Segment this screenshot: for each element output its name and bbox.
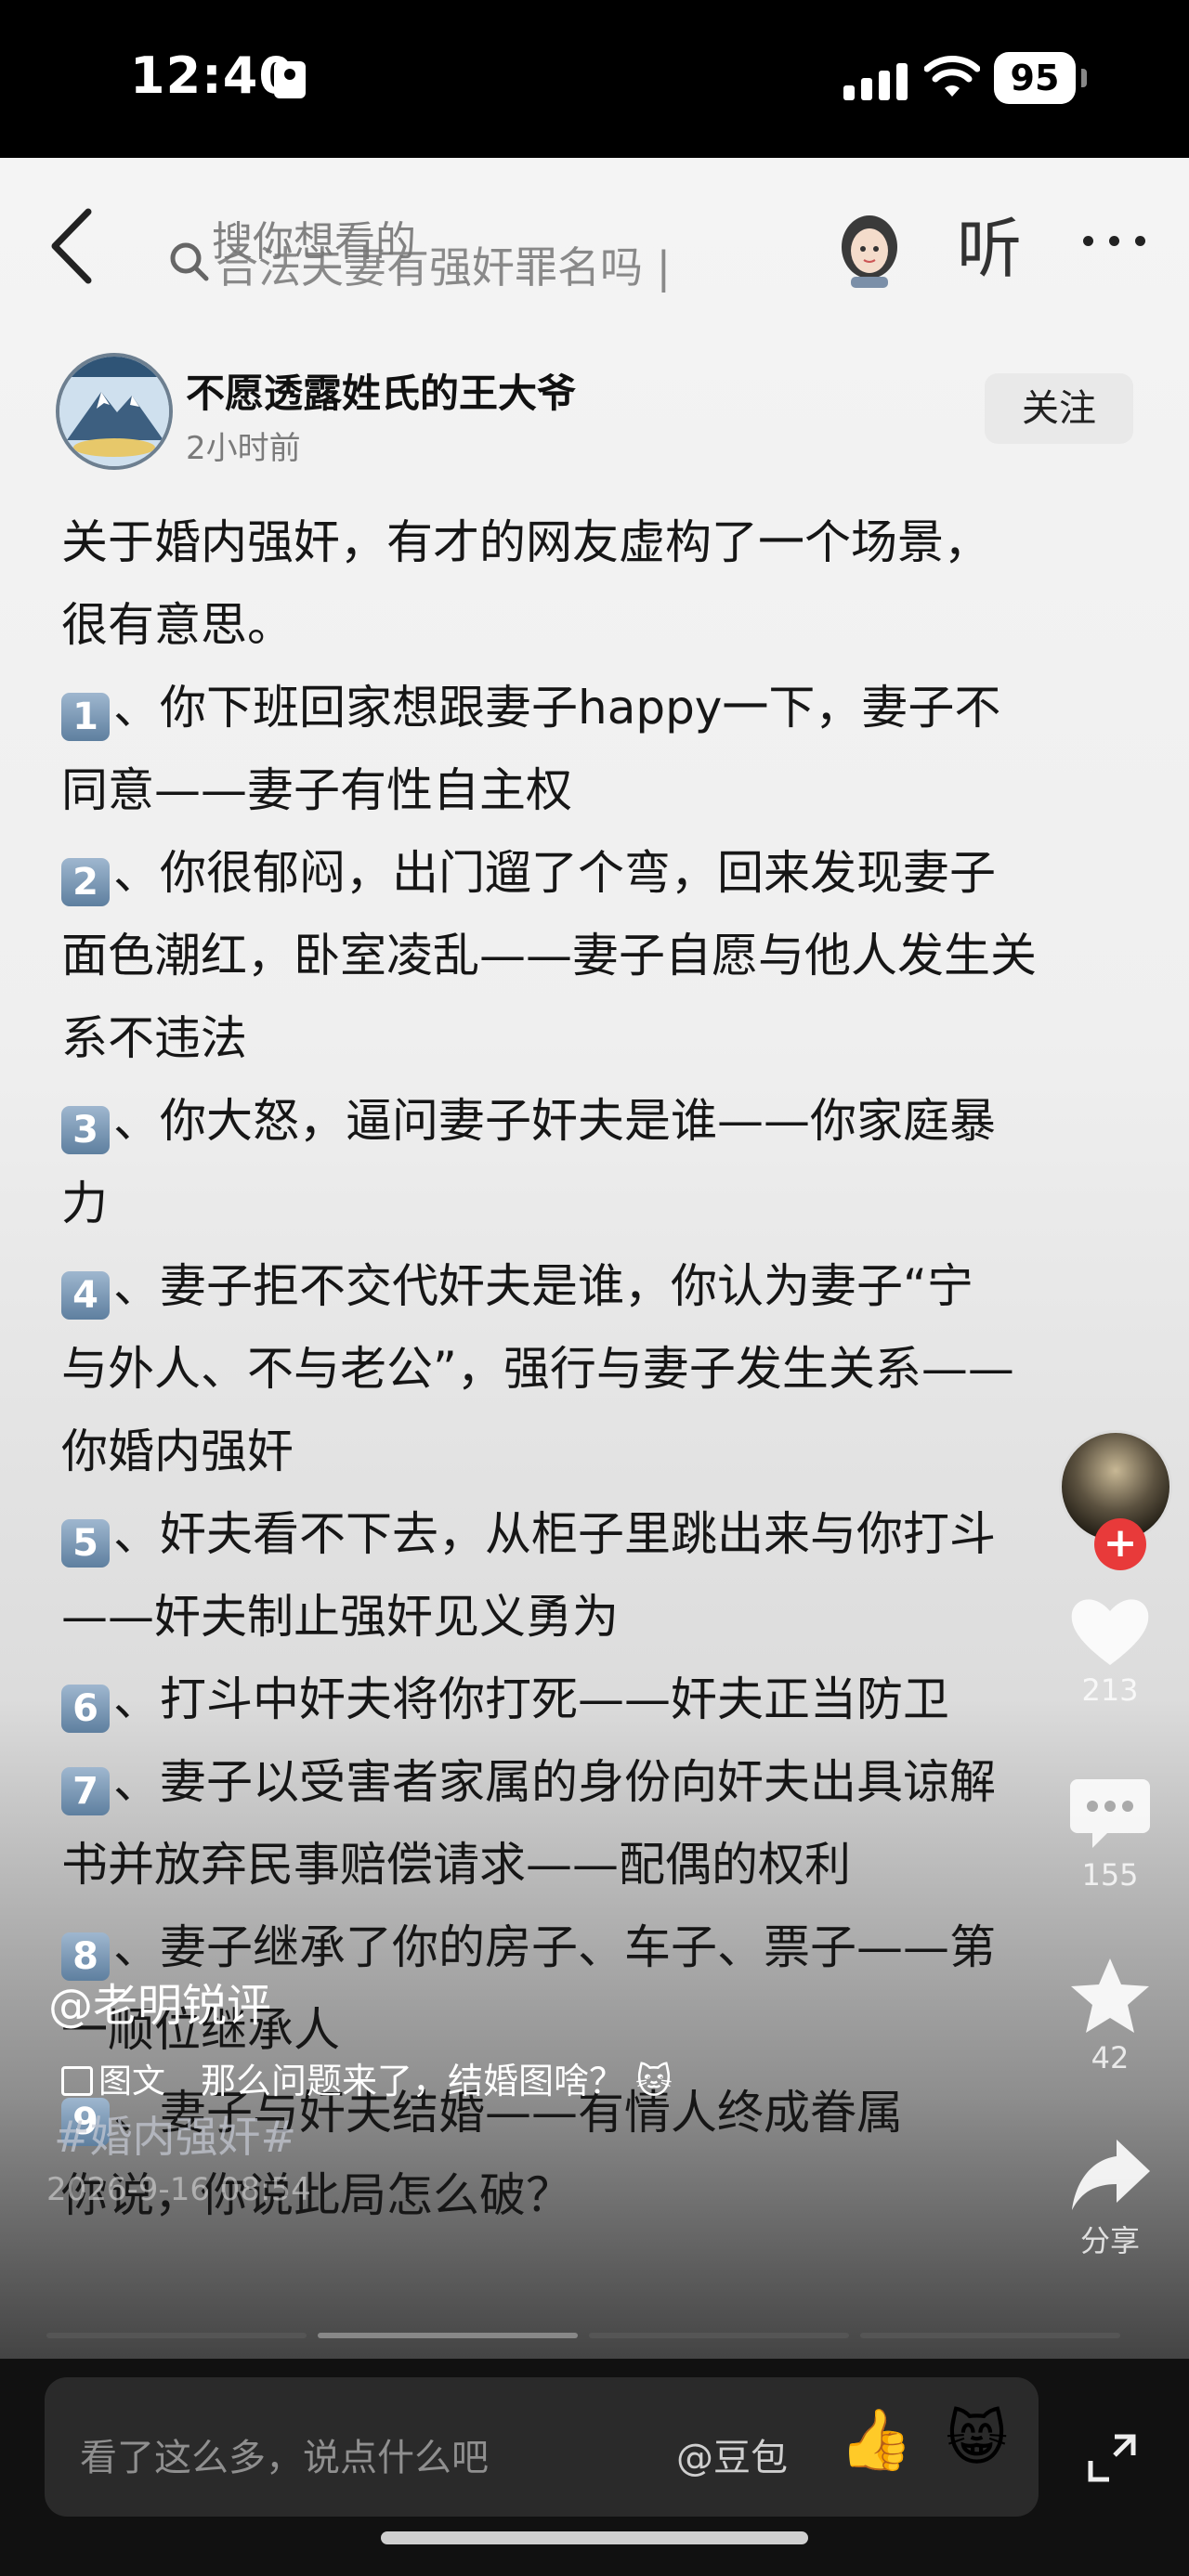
author-avatar[interactable] [56, 353, 173, 470]
favorite-count: 42 [1091, 2040, 1130, 2075]
hashtag[interactable]: #婚内强奸# [54, 2103, 296, 2165]
post-line-text: 、妻子拒不交代奸夫是谁，你认为妻子“宁 [113, 1259, 973, 1313]
image-progress-bar [46, 2333, 1124, 2340]
star-icon [1071, 1958, 1149, 2033]
post-line: 力 [61, 1163, 1139, 1245]
post-line: 关于婚内强奸，有才的网友虚构了一个场景， [61, 501, 1139, 584]
post-line-text: 、奸夫看不下去，从柜子里跳出来与你打斗 [113, 1507, 996, 1561]
more-dots-icon[interactable] [1078, 214, 1152, 269]
number-badge-icon: 2 [61, 858, 110, 906]
post-line: 书并放弃民事赔偿请求——配偶的权利 [61, 1824, 1139, 1906]
lock-icon [274, 61, 306, 98]
post-line-text: 、妻子以受害者家属的身份向奸夫出具谅解 [113, 1755, 996, 1809]
listen-button[interactable]: 听 [957, 197, 1022, 291]
search-query: 合法夫妻有强奸罪名吗 | [216, 242, 672, 293]
post-line-text: 、打斗中奸夫将你打死——奸夫正当防卫 [113, 1672, 949, 1726]
post-line-text: 、妻子继承了你的房子、车子、票子——第 [113, 1920, 996, 1974]
post-line: 你婚内强奸 [61, 1411, 1139, 1493]
thumbs-up-emoji-icon[interactable]: 👍 [839, 2405, 913, 2475]
post-line: 很有意思。 [61, 584, 1139, 667]
post-line-text: 、你大怒，逼问妻子奸夫是谁——你家庭暴 [113, 1094, 996, 1148]
post-line: 2 、你很郁闷，出门遛了个弯，回来发现妻子 [61, 832, 1139, 915]
share-arrow-icon [1072, 2140, 1150, 2210]
number-badge-icon: 1 [61, 693, 110, 741]
number-badge-icon: 7 [61, 1767, 110, 1815]
user-avatar[interactable] [836, 210, 903, 288]
wifi-icon [924, 56, 980, 97]
post-line-text: ——奸夫制止强奸见义勇为 [61, 1590, 619, 1644]
comment-button[interactable]: 155 [1050, 1774, 1170, 1893]
number-badge-icon: 3 [61, 1106, 110, 1154]
search-input[interactable]: 搜你想看的 合法夫妻有强奸罪名吗 | [130, 175, 892, 314]
post-line: 1 、你下班回家想跟妻子happy一下，妻子不 [61, 667, 1139, 749]
comment-count: 155 [1081, 1857, 1139, 1893]
post-line-text: 与外人、不与老公”，强行与妻子发生关系—— [61, 1342, 1014, 1396]
post-line: 6 、打斗中奸夫将你打死——奸夫正当防卫 [61, 1659, 1139, 1741]
share-label: 分享 [1079, 2223, 1140, 2258]
cat-emoji-icon[interactable]: 😸 [946, 2405, 1008, 2474]
heart-icon [1071, 1599, 1149, 1665]
post-line: 与外人、不与老公”，强行与妻子发生关系—— [61, 1328, 1139, 1411]
post-line-text: 很有意思。 [61, 598, 294, 652]
post-line: 3 、你大怒，逼问妻子奸夫是谁——你家庭暴 [61, 1080, 1139, 1163]
post-line-text: 同意——妻子有性自主权 [61, 763, 572, 817]
comment-input[interactable]: 看了这么多，说点什么吧 @豆包 👍 😸 [45, 2377, 1039, 2517]
mountain-icon [59, 357, 169, 466]
post-line: 同意——妻子有性自主权 [61, 749, 1139, 832]
caption-username[interactable]: @老明锐评 [48, 1969, 271, 2034]
follow-plus-button[interactable]: + [1094, 1518, 1146, 1570]
post-content-area: 搜你想看的 合法夫妻有强奸罪名吗 | 听 不愿透露姓氏的王大爷 2小时前 关注 … [0, 158, 1189, 2359]
status-bar: 12:40 95 [0, 0, 1189, 158]
comment-icon [1070, 1779, 1150, 1848]
post-line-text: 、你下班回家想跟妻子happy一下，妻子不 [113, 681, 1001, 735]
caption-text: 那么问题来了，结婚图啥？ 🐱 [201, 2061, 673, 2101]
author-name[interactable]: 不愿透露姓氏的王大爷 [186, 362, 576, 419]
number-badge-icon: 5 [61, 1519, 110, 1568]
post-line-text: 书并放弃民事赔偿请求——配偶的权利 [61, 1838, 851, 1892]
chevron-left-icon[interactable] [42, 204, 107, 288]
type-label: 图文 [98, 2062, 166, 2101]
post-line-text: 关于婚内强奸，有才的网友虚构了一个场景， [61, 515, 990, 569]
post-date: 2026-9-16 08:54 [46, 2171, 311, 2208]
image-text-icon [61, 2066, 93, 2096]
post-line: ——奸夫制止强奸见义勇为 [61, 1576, 1139, 1659]
expand-icon[interactable] [1087, 2433, 1137, 2483]
post-line-text: 面色潮红，卧室凌乱——妻子自愿与他人发生关 [61, 929, 1037, 982]
post-time: 2小时前 [186, 430, 301, 467]
post-line-text: 系不违法 [61, 1011, 247, 1065]
type-badge: 图文 [61, 2054, 165, 2102]
mention-button[interactable]: @豆包 [676, 2427, 788, 2481]
post-line: 5 、奸夫看不下去，从柜子里跳出来与你打斗 [61, 1493, 1139, 1576]
top-navigation: 搜你想看的 合法夫妻有强奸罪名吗 | 听 [0, 158, 1189, 316]
favorite-button[interactable]: 42 [1050, 1955, 1170, 2075]
post-line-text: 、你很郁闷，出门遛了个弯，回来发现妻子 [113, 846, 996, 900]
share-button[interactable]: 分享 [1050, 2136, 1170, 2260]
like-button[interactable]: 213 [1050, 1593, 1170, 1708]
comment-placeholder: 看了这么多，说点什么吧 [80, 2437, 489, 2479]
post-line: 系不违法 [61, 997, 1139, 1080]
battery-indicator: 95 [994, 52, 1087, 104]
post-line-text: 你婚内强奸 [61, 1425, 294, 1478]
post-line-text: 力 [61, 1177, 108, 1230]
search-icon [170, 242, 209, 281]
like-count: 213 [1081, 1672, 1139, 1708]
number-badge-icon: 6 [61, 1685, 110, 1733]
number-badge-icon: 4 [61, 1271, 110, 1320]
post-line: 面色潮红，卧室凌乱——妻子自愿与他人发生关 [61, 915, 1139, 997]
signal-icon [843, 59, 908, 100]
status-time: 12:40 [130, 46, 294, 105]
post-line: 4 、妻子拒不交代奸夫是谁，你认为妻子“宁 [61, 1245, 1139, 1328]
home-indicator [381, 2531, 808, 2544]
follow-button[interactable]: 关注 [985, 373, 1133, 444]
post-line: 7 、妻子以受害者家属的身份向奸夫出具谅解 [61, 1741, 1139, 1824]
